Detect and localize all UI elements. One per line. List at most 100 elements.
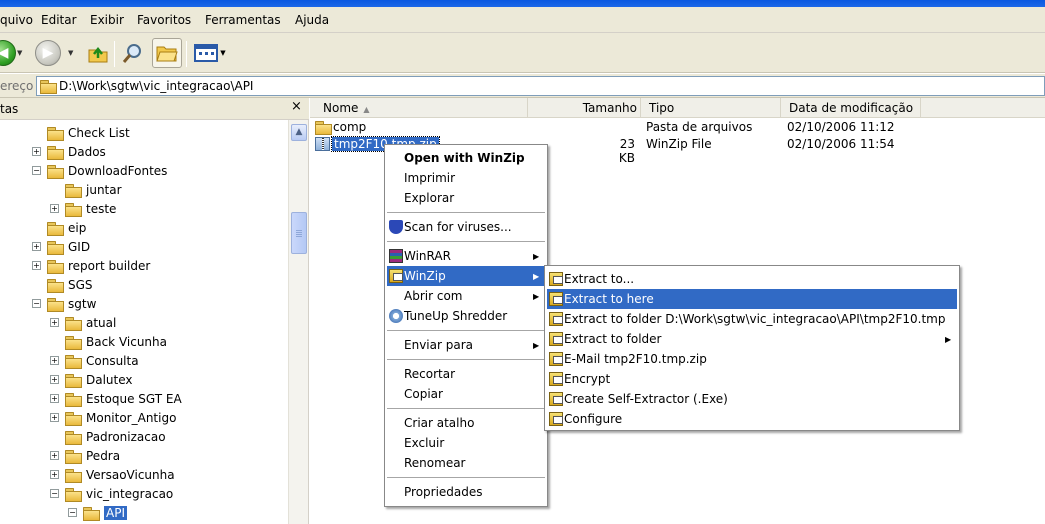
menu-item[interactable]: Propriedades (387, 482, 545, 502)
menu-item[interactable]: WinZip ▶ (387, 266, 545, 286)
folder-icon (65, 202, 82, 217)
tree-item[interactable]: + Pedra (50, 446, 120, 465)
menu-item-label: Create Self-Extractor (.Exe) (564, 392, 728, 406)
tree-item[interactable]: Padronizacao (65, 427, 166, 446)
menu-item-label: Open with WinZip (404, 151, 525, 165)
tree-item[interactable]: + report builder (32, 256, 150, 275)
tree-item[interactable]: juntar (65, 180, 122, 199)
search-icon[interactable] (118, 38, 148, 68)
menu-item[interactable]: Create Self-Extractor (.Exe) (547, 389, 957, 409)
menu-item[interactable]: Extract to folder ▶ (547, 329, 957, 349)
menu-arquivo[interactable]: quivo (0, 13, 33, 27)
tree-item[interactable]: + Monitor_Antigo (50, 408, 176, 427)
collapse-icon[interactable]: − (50, 489, 59, 498)
address-field[interactable]: D:\Work\sgtw\vic_integracao\API (36, 76, 1045, 96)
tree-item[interactable]: + Dalutex (50, 370, 133, 389)
expand-icon[interactable]: + (32, 242, 41, 251)
menu-item[interactable]: Encrypt (547, 369, 957, 389)
back-icon[interactable]: ◀ (0, 40, 16, 66)
folder-icon (315, 121, 332, 135)
column-header-tipo[interactable]: Tipo (641, 98, 781, 118)
menu-item[interactable]: Extract to folder D:\Work\sgtw\vic_integ… (547, 309, 957, 329)
winzip-icon (389, 269, 403, 283)
scroll-thumb[interactable] (291, 212, 307, 254)
expand-icon[interactable]: + (50, 470, 59, 479)
menu-editar[interactable]: Editar (41, 13, 77, 27)
menu-item[interactable]: Open with WinZip (387, 148, 545, 168)
folder-icon (47, 221, 64, 236)
folder-icon (47, 126, 64, 141)
folders-pane: tas × Check List + Dados − DownloadFontes jun… (0, 98, 309, 524)
tree-item[interactable]: SGS (47, 275, 93, 294)
menu-item[interactable]: TuneUp Shredder (387, 306, 545, 326)
menu-item-label: Extract to folder D:\Work\sgtw\vic_integ… (564, 312, 946, 326)
tree-item[interactable]: − vic_integracao (50, 484, 173, 503)
tree-item[interactable]: − DownloadFontes (32, 161, 167, 180)
menu-item[interactable]: Enviar para ▶ (387, 335, 545, 355)
menu-item[interactable]: Extract to here (547, 289, 957, 309)
menu-item[interactable]: WinRAR ▶ (387, 246, 545, 266)
expand-icon[interactable]: + (50, 394, 59, 403)
column-header-tamanho[interactable]: Tamanho (528, 98, 641, 118)
column-header-nome[interactable]: Nome ▲ (310, 98, 528, 118)
address-value: D:\Work\sgtw\vic_integracao\API (59, 79, 254, 93)
expand-icon[interactable]: + (32, 147, 41, 156)
tree-item[interactable]: Back Vicunha (65, 332, 167, 351)
collapse-icon[interactable]: − (68, 508, 77, 517)
tree-item[interactable]: + Dados (32, 142, 106, 161)
scroll-up-icon[interactable]: ▲ (291, 124, 307, 141)
menu-item[interactable]: Abrir com ▶ (387, 286, 545, 306)
tree-item[interactable]: + teste (50, 199, 116, 218)
menu-favoritos[interactable]: Favoritos (137, 13, 191, 27)
expand-icon[interactable]: + (32, 261, 41, 270)
tree-item[interactable]: + Estoque SGT EA (50, 389, 182, 408)
tree-item[interactable]: + Consulta (50, 351, 139, 370)
menu-item[interactable]: Copiar (387, 384, 545, 404)
tree-item[interactable]: + atual (50, 313, 116, 332)
menu-item[interactable]: E-Mail tmp2F10.tmp.zip (547, 349, 957, 369)
menu-exibir[interactable]: Exibir (90, 13, 124, 27)
expand-icon[interactable]: + (50, 204, 59, 213)
expand-icon[interactable]: + (50, 356, 59, 365)
up-folder-icon[interactable] (83, 38, 113, 68)
menu-item[interactable]: Extract to... (547, 269, 957, 289)
tree-item[interactable]: Check List (47, 123, 130, 142)
folders-icon[interactable] (152, 38, 182, 68)
back-dropdown-icon[interactable]: ▼ (17, 49, 22, 57)
expand-icon[interactable]: + (50, 318, 59, 327)
menu-separator (387, 408, 545, 409)
menu-item[interactable]: Recortar (387, 364, 545, 384)
file-row[interactable]: comp Pasta de arquivos 02/10/2006 11:12 (310, 119, 1045, 136)
menu-item[interactable]: Excluir (387, 433, 545, 453)
expand-icon[interactable]: + (50, 375, 59, 384)
collapse-icon[interactable]: − (32, 299, 41, 308)
menu-item[interactable]: Scan for viruses... (387, 217, 545, 237)
menu-ajuda[interactable]: Ajuda (295, 13, 329, 27)
tree-item-label: API (104, 505, 127, 520)
tree-item[interactable]: + VersaoVicunha (50, 465, 175, 484)
expand-icon[interactable]: + (50, 451, 59, 460)
menu-item[interactable]: Renomear (387, 453, 545, 473)
menu-item[interactable]: Criar atalho (387, 413, 545, 433)
menu-item[interactable]: Explorar (387, 188, 545, 208)
menu-item[interactable]: Imprimir (387, 168, 545, 188)
menu-item-label: Criar atalho (404, 416, 475, 430)
expand-icon[interactable]: + (50, 413, 59, 422)
collapse-icon[interactable]: − (32, 166, 41, 175)
tree-item[interactable]: + GID (32, 237, 91, 256)
forward-dropdown-icon[interactable]: ▼ (68, 49, 73, 57)
tree-item-label: GID (68, 239, 91, 254)
close-icon[interactable]: × (291, 99, 302, 114)
folder-icon (65, 373, 82, 388)
folder-icon (65, 335, 82, 350)
forward-icon[interactable]: ▶ (35, 40, 61, 66)
menu-item-label: Configure (564, 412, 623, 426)
menu-item[interactable]: Configure (547, 409, 957, 429)
views-icon[interactable]: ▼ (190, 38, 230, 68)
menu-ferramentas[interactable]: Ferramentas (205, 13, 281, 27)
tree-item[interactable]: − sgtw (32, 294, 96, 313)
tree-item[interactable]: eip (47, 218, 86, 237)
tree-item[interactable]: − API (68, 503, 127, 522)
tree-scrollbar[interactable]: ▲ (288, 120, 308, 524)
column-header-data[interactable]: Data de modificação (781, 98, 921, 118)
